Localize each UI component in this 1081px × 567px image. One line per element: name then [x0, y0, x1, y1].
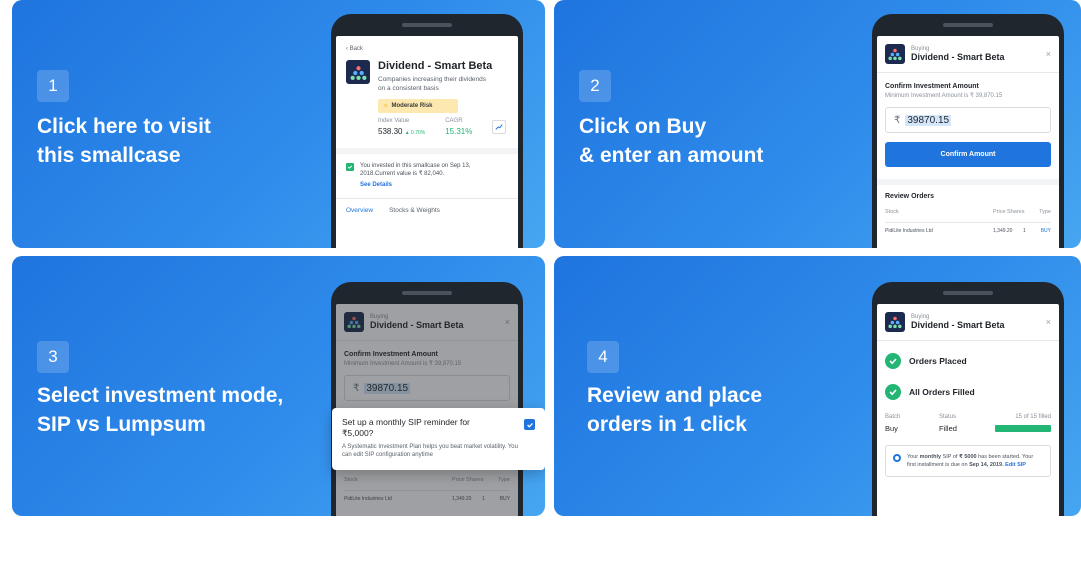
smallcase-logo [346, 60, 370, 84]
filled-count: 15 of 15 filled [1015, 414, 1051, 420]
invested-check-icon [346, 163, 354, 171]
phone-speaker [402, 23, 452, 27]
smallcase-logo [885, 44, 905, 64]
phone-screen: Buying Dividend - Smart Beta × Orders Pl… [877, 304, 1059, 516]
orders-placed-status: Orders Placed [885, 353, 1051, 369]
currency-symbol: ₹ [894, 114, 901, 126]
step-number: 4 [587, 341, 619, 373]
step-card-3: 3 Select investment mode, SIP vs Lumpsum [12, 256, 545, 516]
risk-icon: ☼ [383, 103, 389, 109]
step-description: Review and place orders in 1 click [587, 384, 763, 436]
row-price: 1,349.20 [993, 228, 1013, 234]
sip-amount: ₹ 5000 [958, 454, 977, 460]
batch-label: Batch [885, 414, 901, 420]
smallcase-logo [885, 312, 905, 332]
col-stock: Stock [885, 209, 899, 215]
confirm-title: Confirm Investment Amount [885, 83, 979, 90]
row-shares: 1 [1023, 228, 1026, 234]
back-link[interactable]: ‹ Back [346, 46, 508, 52]
smallcase-name: Dividend - Smart Beta [911, 52, 1005, 62]
index-change: ▲ 0.70% [404, 130, 426, 136]
phone-mockup: Buying Dividend - Smart Beta × Confirm I… [872, 14, 1064, 248]
sip-due-date: Sep 14, 2019. [969, 462, 1004, 468]
pyramid-icon [888, 48, 902, 61]
invested-note: You invested in this smallcase on Sep 13… [360, 163, 471, 177]
check-circle-icon [885, 353, 901, 369]
status-label: Status [939, 414, 957, 420]
step-description: Click here to visit this smallcase [37, 115, 211, 167]
line-chart-icon [495, 124, 503, 130]
step-number: 2 [579, 70, 611, 102]
batch-value: Buy [885, 424, 898, 433]
col-price-shares: Price Shares [993, 209, 1025, 215]
step-card-1: 1 Click here to visit this smallcase ‹ B… [12, 0, 545, 248]
step-description: Click on Buy & enter an amount [579, 115, 764, 167]
col-type: Type [1039, 209, 1051, 215]
step-number: 3 [37, 341, 69, 373]
phone-screen: ‹ Back Dividend - Smart Beta Companies i… [336, 36, 518, 248]
fill-progress-bar [995, 425, 1051, 432]
smallcase-description: Companies increasing their dividends on … [378, 76, 487, 92]
smallcase-name: Dividend - Smart Beta [378, 60, 493, 72]
sip-checkbox[interactable] [524, 419, 535, 430]
amount-value: 39870.15 [905, 114, 952, 126]
phone-speaker [943, 23, 993, 27]
close-icon[interactable]: × [1046, 49, 1051, 59]
index-value: 538.30 [378, 127, 403, 136]
sip-popup-title: Set up a monthly SIP reminder for ₹5,000… [342, 417, 470, 438]
pyramid-icon [350, 65, 366, 80]
smallcase-name: Dividend - Smart Beta [911, 320, 1005, 330]
orders-placed-label: Orders Placed [909, 356, 967, 366]
see-details-link[interactable]: See Details [360, 182, 505, 188]
phone-screen: Buying Dividend - Smart Beta × Confirm I… [877, 36, 1059, 248]
amount-input[interactable]: ₹ 39870.15 [885, 107, 1051, 133]
batch-table: Batch Buy Status Filled 15 of 15 filled [885, 414, 1051, 433]
sip-popup-body: A Systematic Investment Plan helps you b… [342, 444, 518, 458]
edit-sip-link[interactable]: Edit SIP [1005, 462, 1026, 468]
step-number: 1 [37, 70, 69, 102]
sip-reminder-popup: Set up a monthly SIP reminder for ₹5,000… [332, 408, 545, 470]
phone-mockup: ‹ Back Dividend - Smart Beta Companies i… [331, 14, 523, 248]
table-row: PidiLite Industries Ltd 1,349.20 1 BUY [885, 228, 1051, 234]
orders-header: Stock Price Shares Type [885, 209, 1051, 215]
phone-mockup: Buying Dividend - Smart Beta × Confirm I… [331, 282, 523, 516]
tab-overview[interactable]: Overview [346, 207, 373, 214]
status-value: Filled [939, 424, 957, 433]
min-amount-note: Minimum Investment Amount is ₹ 39,870.15 [885, 93, 1003, 99]
phone-speaker [943, 291, 993, 295]
tab-stocks-weights[interactable]: Stocks & Weights [389, 207, 440, 214]
fill-progress-value [995, 425, 1051, 432]
risk-badge: ☼ Moderate Risk [378, 99, 458, 113]
check-circle-icon [885, 384, 901, 400]
checkmark-icon [526, 422, 533, 428]
index-value-label: Index Value [378, 118, 410, 124]
info-dot-icon [893, 454, 901, 462]
risk-label: Moderate Risk [391, 103, 433, 109]
chart-button[interactable] [492, 120, 507, 134]
step-description: Select investment mode, SIP vs Lumpsum [37, 384, 284, 436]
confirm-amount-button[interactable]: Confirm Amount [885, 142, 1051, 167]
sip-note-text: SIP of [941, 454, 959, 460]
review-orders-title: Review Orders [885, 193, 935, 200]
sip-started-note: Your monthly SIP of ₹ 5000 has been star… [885, 445, 1051, 477]
phone-mockup: Buying Dividend - Smart Beta × Orders Pl… [872, 282, 1064, 516]
step-card-4: 4 Review and place orders in 1 click Buy [554, 256, 1081, 516]
cagr-value: 15.31% [445, 127, 473, 136]
close-icon[interactable]: × [1046, 317, 1051, 327]
all-filled-label: All Orders Filled [909, 387, 975, 397]
pyramid-icon [888, 316, 902, 329]
orders-filled-status: All Orders Filled [885, 384, 1051, 400]
step-card-2: 2 Click on Buy & enter an amount Buying [554, 0, 1081, 248]
row-stock: PidiLite Industries Ltd [885, 228, 933, 234]
row-type: BUY [1040, 228, 1051, 234]
sip-frequency: monthly [919, 454, 942, 460]
cagr-label: CAGR [445, 118, 463, 124]
phone-speaker [402, 291, 452, 295]
sip-note-text: Your [907, 454, 920, 460]
